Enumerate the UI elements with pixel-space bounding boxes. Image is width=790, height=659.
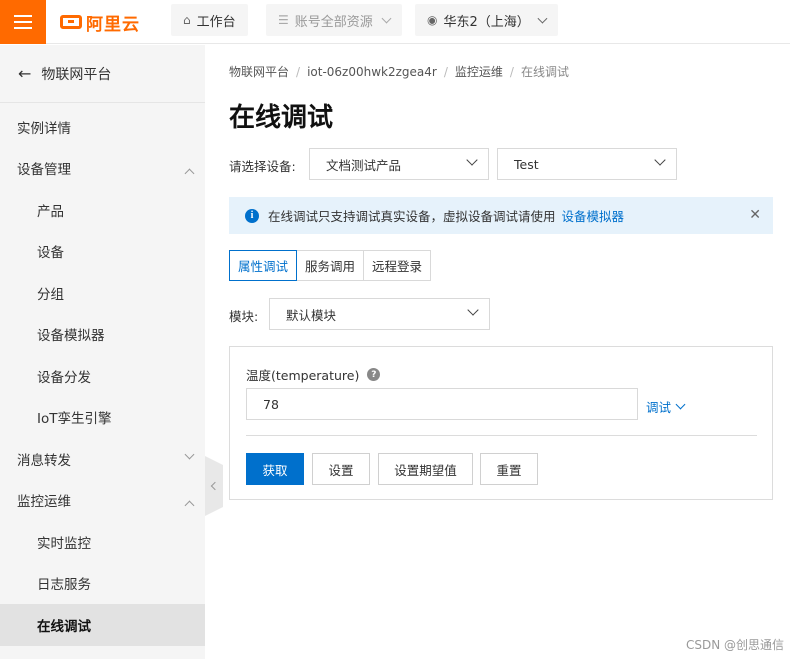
sidebar-item-realtime-monitoring[interactable]: 实时监控	[0, 521, 205, 563]
sidebar-collapse-handle[interactable]	[205, 456, 223, 516]
sidebar-item-iot-twin-engine[interactable]: IoT孪生引擎	[0, 397, 205, 439]
sidebar-item-label: 设备模拟器	[37, 328, 105, 345]
sidebar-item-products[interactable]: 产品	[0, 189, 205, 231]
list-icon: ☰	[278, 13, 289, 27]
get-button[interactable]: 获取	[246, 453, 304, 485]
sidebar-item-label: 实例详情	[17, 120, 71, 137]
tab-remote-login[interactable]: 远程登录	[363, 250, 432, 281]
sidebar-nav: 实例详情 设备管理 产品 设备 分组 设备模拟器 设备分发 IoT孪生引擎 消息…	[0, 103, 205, 646]
watermark: CSDN @创思通信	[685, 638, 784, 652]
chevron-down-icon	[654, 154, 666, 166]
home-icon: ⌂	[183, 13, 191, 27]
back-label: 物联网平台	[41, 66, 112, 83]
chevron-up-icon	[184, 500, 195, 510]
sidebar-item-monitoring-ops[interactable]: 监控运维	[0, 480, 205, 522]
breadcrumb-separator: /	[509, 65, 514, 79]
chevron-down-icon	[466, 154, 478, 166]
workbench-label: 工作台	[196, 14, 236, 30]
module-label: 模块:	[229, 309, 259, 324]
location-pin-icon: ◉	[427, 13, 438, 27]
top-bar: 阿里云 ⌂ 工作台 ☰ 账号全部资源 ◉ 华东2（上海）	[0, 0, 790, 44]
sidebar-item-device-simulator[interactable]: 设备模拟器	[0, 314, 205, 356]
chevron-down-icon	[467, 304, 479, 316]
breadcrumb-separator: /	[443, 65, 448, 79]
sidebar-item-devices[interactable]: 设备	[0, 231, 205, 273]
chevron-down-icon	[675, 399, 686, 410]
device-select-label: 请选择设备:	[229, 159, 296, 174]
workbench-button[interactable]: ⌂ 工作台	[171, 4, 248, 36]
breadcrumb-item[interactable]: 物联网平台	[229, 65, 289, 79]
module-select[interactable]: 默认模块	[269, 298, 490, 330]
logo-text: 阿里云	[86, 14, 140, 35]
region-dropdown[interactable]: ◉ 华东2（上海）	[415, 4, 558, 36]
logo-mark-icon	[60, 15, 82, 29]
property-label: 温度(temperature) ?	[246, 365, 381, 384]
sidebar-item-label: 设备	[37, 245, 64, 262]
debug-dropdown[interactable]: 调试	[646, 397, 686, 416]
sidebar-item-groups[interactable]: 分组	[0, 272, 205, 314]
sidebar-item-online-debug[interactable]: 在线调试	[0, 604, 205, 646]
chevron-up-icon	[184, 168, 195, 178]
device-simulator-link[interactable]: 设备模拟器	[562, 206, 625, 225]
breadcrumb-separator: /	[296, 65, 301, 79]
sidebar-item-label: 监控运维	[17, 494, 71, 511]
sidebar-item-device-distribution[interactable]: 设备分发	[0, 355, 205, 397]
close-icon[interactable]: ✕	[749, 207, 761, 223]
breadcrumb-item[interactable]: iot-06z00hwk2zgea4r	[307, 65, 437, 79]
chevron-down-icon	[381, 13, 392, 23]
tab-property-debug[interactable]: 属性调试	[229, 250, 298, 281]
debug-label: 调试	[646, 400, 672, 415]
sidebar-item-label: 设备管理	[17, 162, 71, 179]
chevron-down-icon	[537, 13, 548, 23]
resources-label: 账号全部资源	[294, 14, 373, 30]
page-title: 在线调试	[229, 103, 334, 133]
region-label: 华东2（上海）	[443, 14, 530, 30]
divider	[246, 435, 757, 436]
sidebar-item-message-forwarding[interactable]: 消息转发	[0, 438, 205, 480]
set-button[interactable]: 设置	[312, 453, 370, 485]
property-name: 温度(temperature)	[246, 368, 360, 383]
arrow-left-icon: ←	[18, 64, 32, 83]
device-select[interactable]: Test	[497, 148, 677, 180]
sidebar-item-label: IoT孪生引擎	[37, 411, 112, 428]
sidebar-item-label: 日志服务	[37, 577, 91, 594]
module-select-value: 默认模块	[286, 307, 337, 323]
property-value: 78	[263, 396, 279, 412]
sidebar-item-label: 产品	[37, 203, 64, 220]
back-to-iot-platform[interactable]: ← 物联网平台	[0, 45, 205, 103]
product-select[interactable]: 文档测试产品	[309, 148, 489, 180]
menu-icon[interactable]	[0, 0, 46, 44]
breadcrumb: 物联网平台 / iot-06z00hwk2zgea4r / 监控运维 / 在线调试	[229, 63, 569, 80]
sidebar-item-label: 分组	[37, 286, 64, 303]
aliyun-logo[interactable]: 阿里云	[60, 10, 140, 35]
info-notice: i 在线调试只支持调试真实设备，虚拟设备调试请使用 设备模拟器 ✕	[229, 197, 773, 234]
sidebar: ← 物联网平台 实例详情 设备管理 产品 设备 分组 设备模拟器 设备分发 Io…	[0, 45, 205, 659]
set-expected-value-button[interactable]: 设置期望值	[378, 453, 473, 485]
sidebar-item-label: 消息转发	[17, 452, 71, 469]
resources-dropdown[interactable]: ☰ 账号全部资源	[266, 4, 402, 36]
info-icon: i	[245, 208, 259, 223]
help-icon[interactable]: ?	[367, 368, 381, 381]
sidebar-item-log-service[interactable]: 日志服务	[0, 563, 205, 605]
sidebar-item-device-management[interactable]: 设备管理	[0, 148, 205, 190]
debug-tabs: 属性调试 服务调用 远程登录	[229, 250, 432, 281]
sidebar-item-label: 实时监控	[37, 535, 91, 552]
device-select-value: Test	[514, 156, 539, 172]
sidebar-item-label: 设备分发	[37, 369, 91, 386]
reset-button[interactable]: 重置	[480, 453, 538, 485]
tab-service-call[interactable]: 服务调用	[296, 250, 365, 281]
notice-text: 在线调试只支持调试真实设备，虚拟设备调试请使用	[268, 209, 556, 224]
product-select-value: 文档测试产品	[326, 157, 402, 173]
breadcrumb-current: 在线调试	[520, 65, 569, 79]
chevron-down-icon	[184, 449, 195, 460]
sidebar-item-label: 在线调试	[37, 618, 91, 635]
property-debug-panel: 温度(temperature) ? 78 调试 获取 设置 设置期望值 重置	[229, 346, 773, 500]
property-value-input[interactable]: 78	[246, 388, 638, 420]
breadcrumb-item[interactable]: 监控运维	[455, 65, 503, 79]
chevron-left-icon	[210, 481, 220, 491]
sidebar-item-instance-details[interactable]: 实例详情	[0, 106, 205, 148]
